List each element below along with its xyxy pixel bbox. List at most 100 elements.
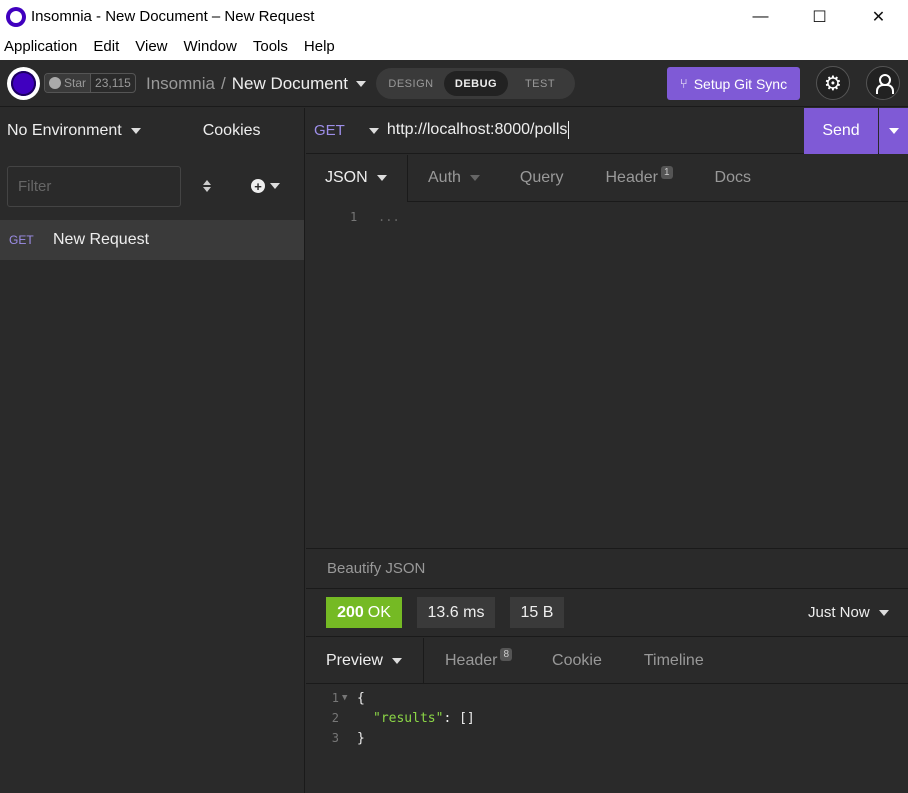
chevron-down-icon (130, 128, 141, 134)
maximize-button[interactable]: ☐ (790, 0, 849, 33)
url-input[interactable]: http://localhost:8000/polls (386, 121, 570, 140)
chevron-down-icon (391, 657, 402, 664)
menu-bar: Application Edit View Window Tools Help (0, 33, 908, 60)
window-title: Insomnia - New Document – New Request (31, 8, 315, 25)
mode-switch: DESIGN DEBUG TEST (376, 68, 575, 99)
code-line: 2 "results": [] (306, 708, 475, 728)
github-star-label: Star (64, 76, 87, 90)
send-options-button[interactable] (879, 108, 908, 154)
sort-down-icon (203, 187, 211, 192)
tab-debug[interactable]: DEBUG (444, 71, 508, 96)
tab-label: JSON (325, 169, 368, 186)
insomnia-app-icon (6, 6, 26, 27)
tab-query[interactable]: Query (520, 155, 564, 202)
response-status-bar: 200 OK 13.6 ms 15 B Just Now (306, 590, 908, 637)
app-header: Star 23,115 Insomnia / New Document DESI… (0, 60, 908, 107)
environment-label: No Environment (7, 122, 122, 139)
url-text: http://localhost:8000/polls (386, 121, 568, 139)
beautify-label: Beautify JSON (327, 560, 426, 577)
tab-auth[interactable]: Auth (428, 155, 480, 202)
menu-help[interactable]: Help (300, 38, 339, 55)
menu-edit[interactable]: Edit (89, 38, 123, 55)
settings-button[interactable]: ⚙ (816, 66, 850, 100)
tab-design[interactable]: DESIGN (378, 71, 444, 96)
send-button[interactable]: Send (804, 108, 878, 154)
history-label: Just Now (808, 604, 870, 621)
request-method-badge: GET (9, 233, 34, 247)
code-text: { (357, 690, 365, 706)
sidebar-request-item[interactable]: GET New Request (0, 220, 304, 260)
request-tabs: JSON Auth Query Header 1 Docs (306, 154, 908, 202)
breadcrumb-separator: / (220, 74, 226, 93)
user-icon (876, 74, 894, 94)
menu-window[interactable]: Window (180, 38, 241, 55)
setup-git-sync-button[interactable]: ⑂ Setup Git Sync (667, 67, 800, 100)
menu-tools[interactable]: Tools (249, 38, 292, 55)
fold-arrow-icon[interactable]: ▼ (339, 693, 357, 703)
tab-timeline[interactable]: Timeline (644, 638, 704, 684)
code-line: 3 } (306, 728, 365, 748)
close-button[interactable]: ✕ (849, 0, 908, 33)
tab-label: Header (605, 169, 658, 186)
tab-test[interactable]: TEST (508, 71, 572, 96)
chevron-down-icon[interactable] (368, 127, 379, 134)
plus-circle-icon: + (251, 179, 265, 193)
method-selector[interactable]: GET (314, 122, 345, 139)
json-key: "results" (373, 710, 444, 726)
status-code: 200 (337, 603, 364, 621)
tab-body-json[interactable]: JSON (306, 154, 408, 202)
response-history-dropdown[interactable]: Just Now (808, 604, 889, 621)
chevron-down-icon (878, 609, 889, 616)
tab-docs[interactable]: Docs (715, 155, 751, 202)
code-text: } (357, 730, 365, 746)
tab-preview[interactable]: Preview (306, 637, 424, 684)
chevron-down-icon[interactable] (355, 81, 366, 87)
status-text: OK (367, 603, 391, 621)
chevron-down-icon (888, 128, 899, 134)
beautify-json-button[interactable]: Beautify JSON (306, 548, 908, 589)
gear-icon: ⚙ (824, 72, 842, 95)
sort-up-icon (203, 180, 211, 185)
minimize-button[interactable]: — (731, 0, 790, 33)
tab-cookie[interactable]: Cookie (552, 638, 602, 684)
status-badge: 200 OK (326, 597, 402, 628)
tab-header[interactable]: Header 1 (606, 155, 673, 202)
response-header-count-badge: 8 (500, 648, 513, 661)
menu-application[interactable]: Application (0, 38, 81, 55)
git-branch-icon: ⑂ (679, 76, 688, 91)
github-star-widget[interactable]: Star 23,115 (44, 73, 136, 93)
environment-selector[interactable]: No Environment (7, 122, 141, 140)
github-star-button[interactable]: Star (45, 74, 91, 92)
chevron-down-icon (270, 183, 280, 189)
menu-view[interactable]: View (131, 38, 171, 55)
sidebar: No Environment Cookies + GET New Request (0, 108, 305, 793)
breadcrumb: Insomnia / New Document (146, 74, 366, 94)
cookies-button[interactable]: Cookies (203, 122, 261, 140)
tab-response-header[interactable]: Header 8 (445, 638, 513, 684)
tab-label: Auth (428, 169, 461, 186)
insomnia-logo[interactable] (7, 67, 40, 100)
request-name: New Request (53, 231, 150, 248)
filter-row: + (0, 154, 304, 218)
code-line: 1 ▼ { (306, 688, 365, 708)
text-cursor (568, 121, 570, 140)
filter-input[interactable] (7, 165, 181, 207)
tab-label: Preview (326, 651, 383, 669)
window-controls: — ☐ ✕ (731, 0, 908, 33)
breadcrumb-document[interactable]: New Document (232, 74, 348, 94)
line-number: 2 (331, 711, 339, 725)
github-icon (49, 77, 61, 89)
sort-button[interactable] (203, 180, 211, 192)
response-time-badge: 13.6 ms (417, 597, 495, 628)
request-body-editor[interactable]: 1 ... (306, 203, 908, 547)
add-request-button[interactable]: + (251, 179, 280, 193)
account-button[interactable] (866, 66, 900, 100)
response-size-badge: 15 B (510, 597, 564, 628)
response-tabs: Preview Header 8 Cookie Timeline (306, 637, 908, 684)
github-star-count[interactable]: 23,115 (90, 74, 135, 92)
editor-placeholder: ... (378, 210, 400, 224)
breadcrumb-root[interactable]: Insomnia (146, 74, 215, 94)
line-number: 1 (350, 210, 358, 224)
chevron-down-icon (469, 175, 480, 181)
response-body-viewer[interactable]: 1 ▼ { 2 "results": [] 3 } (306, 685, 908, 793)
